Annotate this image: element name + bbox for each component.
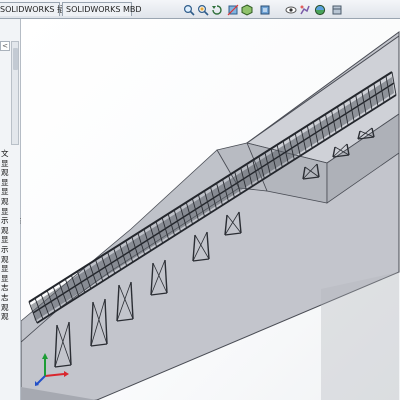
edit-appearance-icon[interactable]: [298, 3, 311, 16]
graphics-area[interactable]: [21, 19, 400, 400]
display-style-icon[interactable]: [258, 3, 271, 16]
feature-tree-item[interactable]: 显: [0, 235, 18, 245]
feature-tree-item[interactable]: 观: [0, 255, 18, 265]
feature-tree-item[interactable]: 显: [0, 159, 18, 169]
axis-triad-icon: [35, 353, 69, 386]
tab-solidworks-addins[interactable]: SOLIDWORKS 插件: [0, 2, 73, 16]
view-orientation-icon[interactable]: [240, 3, 253, 16]
feature-tree-item[interactable]: 观: [0, 197, 18, 207]
hide-show-icon[interactable]: [284, 3, 297, 16]
panel-scrollbar-thumb[interactable]: [13, 48, 18, 70]
zoom-to-fit-icon[interactable]: [182, 3, 195, 16]
apply-scene-icon[interactable]: [313, 3, 326, 16]
section-view-icon[interactable]: [226, 3, 239, 16]
panel-collapse-button[interactable]: <: [0, 41, 10, 51]
panel-scrollbar[interactable]: [11, 41, 19, 145]
feature-manager-panel: < 文显观显显观显示观显示观显显志志观观 ⋮: [0, 19, 24, 400]
feature-tree-item[interactable]: 观: [0, 303, 18, 313]
feature-tree-item[interactable]: 显: [0, 178, 18, 188]
slab-right-face: [321, 272, 399, 400]
previous-view-icon[interactable]: [210, 3, 223, 16]
feature-tree-item[interactable]: 显: [0, 187, 18, 197]
feature-tree-item[interactable]: 显: [0, 264, 18, 274]
feature-tree-item[interactable]: 观: [0, 168, 18, 178]
feature-tree-item[interactable]: 示: [0, 245, 18, 255]
feature-tree-item[interactable]: 显: [0, 274, 18, 284]
feature-tree-item[interactable]: 显: [0, 207, 18, 217]
feature-tree-item[interactable]: 志: [0, 283, 18, 293]
zoom-area-icon[interactable]: [196, 3, 209, 16]
feature-tree-item[interactable]: 志: [0, 293, 18, 303]
feature-tree-item[interactable]: 观: [0, 312, 18, 322]
tab-solidworks-mbd[interactable]: SOLIDWORKS MBD: [62, 2, 142, 16]
feature-tree-item[interactable]: 观: [0, 226, 18, 236]
feature-tree-item[interactable]: 示: [0, 216, 18, 226]
conveyor-model[interactable]: [21, 19, 400, 400]
view-settings-icon[interactable]: [330, 3, 343, 16]
feature-tree-list: 文显观显显观显示观显示观显显志志观观: [0, 149, 18, 322]
feature-tree-item[interactable]: 文: [0, 149, 18, 159]
